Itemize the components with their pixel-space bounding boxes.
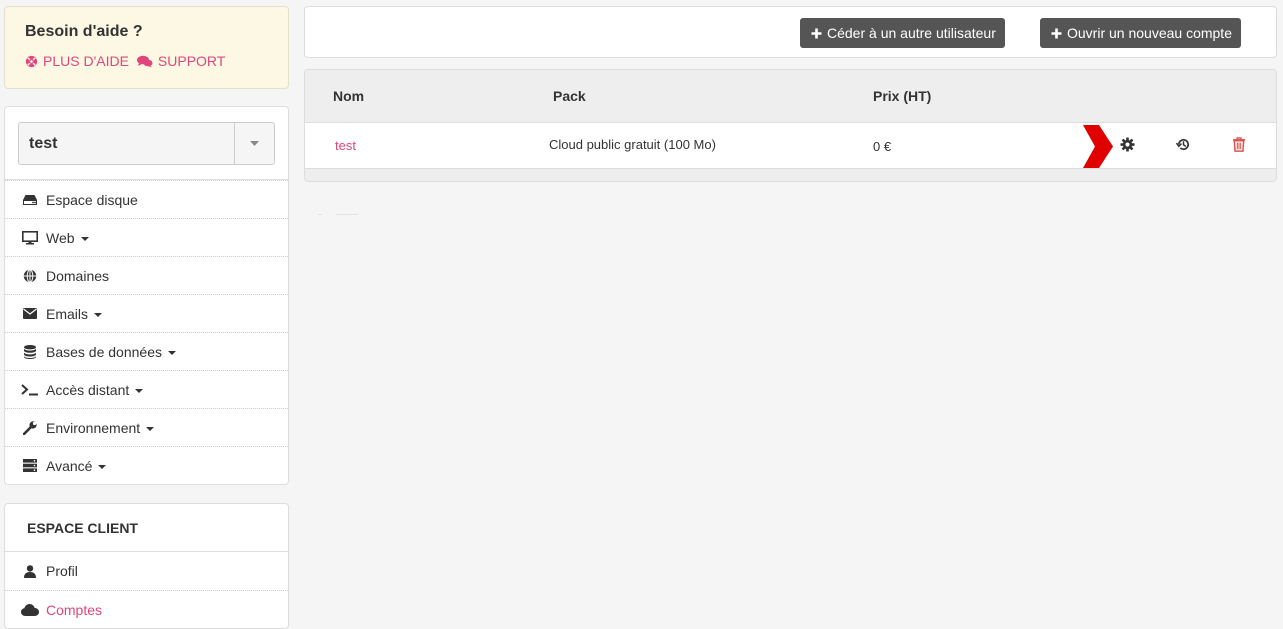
nav-item-label: Avancé (46, 457, 93, 474)
database-icon (21, 344, 39, 359)
more-help-label: PLUS D'AIDE (43, 53, 129, 69)
account-name-link[interactable]: test (335, 138, 356, 153)
nav-item-avance[interactable]: Avancé (5, 446, 288, 484)
accounts-table: Nom Pack Prix (HT) test Cloud public gra… (304, 69, 1277, 182)
client-space-title: ESPACE CLIENT (5, 504, 288, 552)
account-select-value: test (29, 134, 58, 152)
plus-icon (811, 28, 822, 39)
toolbar: Céder à un autre utilisateur Ouvrir un n… (304, 6, 1277, 58)
envelope-icon (21, 308, 39, 319)
sidebar: Besoin d'aide ? PLUS D'AIDE SUPPORT test (4, 6, 289, 629)
help-links: PLUS D'AIDE SUPPORT (25, 53, 268, 69)
nav-item-espace-disque[interactable]: Espace disque (5, 180, 288, 218)
caret-down-icon (98, 464, 107, 469)
open-account-button[interactable]: Ouvrir un nouveau compte (1040, 18, 1241, 48)
caret-down-icon (146, 426, 155, 431)
nav-item-environnement[interactable]: Environnement (5, 408, 288, 446)
nav-item-profil[interactable]: Profil (5, 552, 288, 590)
support-label: SUPPORT (157, 53, 226, 69)
comments-icon (136, 55, 153, 68)
transfer-account-button[interactable]: Céder à un autre utilisateur (800, 18, 1005, 48)
divider (336, 214, 358, 215)
column-header-name: Nom (333, 88, 365, 104)
table-row: test Cloud public gratuit (100 Mo) 0 € (305, 122, 1276, 169)
help-title: Besoin d'aide ? (25, 23, 143, 40)
lifebuoy-icon (25, 55, 38, 68)
column-header-price: Prix (HT) (873, 88, 932, 104)
settings-gear-icon[interactable] (1120, 137, 1135, 155)
nav-item-label: Accès distant (46, 381, 130, 398)
open-account-label: Ouvrir un nouveau compte (1067, 25, 1232, 41)
caret-down-icon (94, 312, 103, 317)
nav-item-label: Espace disque (46, 191, 138, 208)
navigation-box: test Espace disque Web Domaines Emails B… (4, 106, 289, 485)
nav-item-label: Profil (46, 563, 78, 579)
globe-icon (21, 268, 39, 283)
support-link[interactable]: SUPPORT (136, 53, 226, 69)
caret-down-icon (80, 236, 89, 241)
monitor-icon (21, 230, 39, 245)
plus-icon (1051, 28, 1062, 39)
transfer-account-label: Céder à un autre utilisateur (827, 25, 996, 41)
more-help-link[interactable]: PLUS D'AIDE (25, 53, 129, 69)
server-icon (21, 459, 39, 472)
nav-item-emails[interactable]: Emails (5, 294, 288, 332)
nav-item-label: Domaines (46, 267, 110, 284)
column-header-pack: Pack (553, 88, 586, 104)
account-select[interactable]: test (18, 122, 275, 165)
hdd-icon (21, 194, 39, 205)
terminal-icon (21, 383, 39, 396)
caret-down-icon (167, 350, 176, 355)
chevron-down-icon[interactable] (234, 123, 274, 164)
divider (318, 214, 322, 215)
account-pack: Cloud public gratuit (100 Mo) (549, 137, 716, 152)
nav-item-comptes[interactable]: Comptes (5, 590, 288, 628)
client-space-box: ESPACE CLIENT Profil Comptes (4, 503, 289, 629)
nav-item-label: Environnement (46, 419, 141, 436)
nav-item-label: Web (46, 229, 75, 246)
delete-trash-icon[interactable] (1232, 137, 1246, 155)
caret-down-icon (135, 388, 144, 393)
nav-item-label: Bases de données (46, 343, 162, 360)
table-header: Nom Pack Prix (HT) (305, 70, 1276, 122)
cloud-icon (21, 603, 39, 616)
history-icon[interactable] (1175, 137, 1191, 155)
account-select-wrap: test (5, 107, 288, 180)
nav-item-acces-distant[interactable]: Accès distant (5, 370, 288, 408)
account-price: 0 € (873, 139, 892, 154)
user-icon (21, 564, 39, 578)
wrench-icon (21, 420, 39, 435)
nav-item-label: Comptes (46, 601, 103, 618)
nav-item-bases-de-donnees[interactable]: Bases de données (5, 332, 288, 370)
pointer-arrow-icon (1083, 125, 1113, 171)
nav-item-web[interactable]: Web (5, 218, 288, 256)
help-box: Besoin d'aide ? PLUS D'AIDE SUPPORT (4, 6, 289, 89)
nav-item-domaines[interactable]: Domaines (5, 256, 288, 294)
nav-item-label: Emails (46, 305, 89, 322)
